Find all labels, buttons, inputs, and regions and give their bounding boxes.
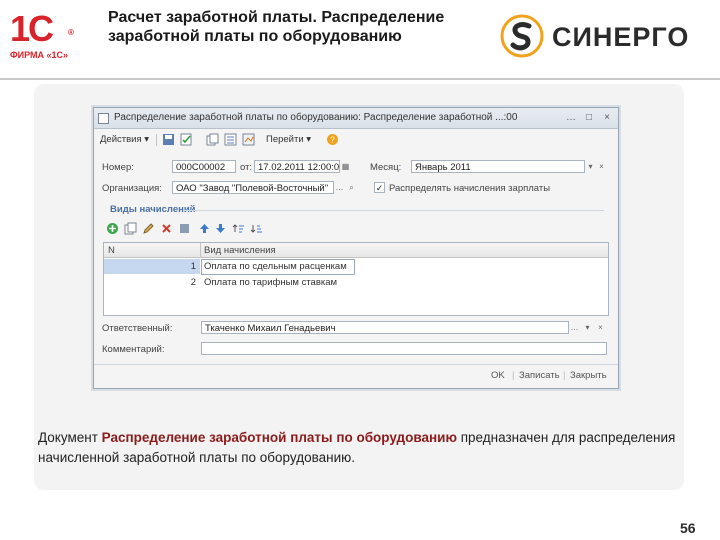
minimize-button[interactable]: …	[564, 111, 578, 124]
responsible-select-icon[interactable]: …	[569, 321, 580, 334]
window-title: Распределение заработной платы по оборуд…	[114, 112, 518, 123]
row-accrual[interactable]: Оплата по тарифным ставкам	[204, 275, 337, 290]
responsible-field[interactable]: Ткаченко Михаил Генадьевич	[201, 321, 569, 334]
maximize-button[interactable]: □	[582, 111, 596, 124]
section-divider	[184, 210, 604, 211]
save-button[interactable]: Записать	[519, 370, 560, 381]
table-row[interactable]: 2 Оплата по тарифным ставкам	[104, 275, 608, 290]
sort-desc-icon[interactable]	[250, 222, 263, 235]
window-titlebar[interactable]: Распределение заработной платы по оборуд…	[94, 108, 618, 129]
svg-text:?: ?	[330, 136, 335, 145]
synergo-wordmark: СИНЕРГО	[552, 22, 690, 52]
table-row[interactable]: 1 Оплата по сдельным расценкам	[104, 259, 608, 275]
synergo-logo: СИНЕРГО	[500, 14, 710, 58]
organization-open-icon[interactable]: ⌕	[346, 181, 357, 194]
copy-icon[interactable]	[206, 133, 219, 146]
footer-divider	[94, 364, 618, 365]
row-number: 1	[104, 259, 200, 274]
description-prefix: Документ	[38, 430, 102, 445]
distribute-checkbox[interactable]: ✓	[374, 182, 385, 193]
responsible-dropdown-icon[interactable]: ▾	[582, 321, 593, 334]
responsible-clear-icon[interactable]: ×	[595, 321, 606, 334]
movements-icon[interactable]	[242, 133, 255, 146]
sort-asc-icon[interactable]	[232, 222, 245, 235]
page-number: 56	[680, 520, 696, 536]
row-number: 2	[190, 277, 196, 288]
end-edit-icon[interactable]	[178, 222, 191, 235]
month-label: Месяц:	[370, 162, 402, 173]
copy-row-icon[interactable]	[124, 222, 137, 235]
column-header-n[interactable]: N	[108, 245, 115, 256]
1c-logo: 1С ® ФИРМА «1С»	[8, 10, 76, 62]
number-field[interactable]: 000С00002	[172, 160, 236, 173]
month-field[interactable]: Январь 2011	[411, 160, 585, 173]
organization-field[interactable]: ОАО "Завод "Полевой-Восточный"	[172, 181, 334, 194]
distribute-label: Распределять начисления зарплаты	[389, 183, 551, 194]
move-down-icon[interactable]	[214, 222, 227, 235]
organization-select-icon[interactable]: …	[334, 181, 345, 194]
edit-row-icon[interactable]	[142, 222, 155, 235]
actions-menu[interactable]: Действия ▾	[100, 134, 149, 145]
document-window: Распределение заработной платы по оборуд…	[93, 107, 619, 389]
toolbar: Действия ▾ Перейти ▾ ?	[94, 130, 618, 150]
footer-separator: |	[563, 370, 566, 381]
delete-row-icon[interactable]	[160, 222, 173, 235]
save-icon[interactable]	[162, 133, 175, 146]
close-button[interactable]: Закрыть	[570, 370, 607, 381]
comment-label: Комментарий:	[102, 344, 165, 355]
move-up-icon[interactable]	[198, 222, 211, 235]
synergo-s-icon	[500, 14, 544, 58]
description-text: Документ Распределение заработной платы …	[38, 428, 688, 468]
column-header-accrual[interactable]: Вид начисления	[204, 245, 276, 256]
table-header: N Вид начисления	[104, 243, 608, 258]
month-clear-icon[interactable]: ×	[596, 160, 607, 173]
month-dropdown-icon[interactable]: ▾	[585, 160, 596, 173]
row-accrual[interactable]: Оплата по сдельным расценкам	[204, 259, 347, 274]
number-label: Номер:	[102, 162, 134, 173]
post-icon[interactable]	[180, 133, 193, 146]
responsible-label: Ответственный:	[102, 323, 173, 334]
add-row-icon[interactable]	[106, 222, 119, 235]
comment-field[interactable]	[201, 342, 607, 355]
help-icon[interactable]: ?	[326, 133, 339, 146]
1c-logo-mark: 1С ®	[10, 8, 74, 49]
ok-button[interactable]: OK	[491, 370, 505, 381]
toolbar-separator	[156, 134, 157, 146]
organization-label: Организация:	[102, 183, 162, 194]
slide-title: Расчет заработной платы. Распределение з…	[108, 9, 445, 45]
column-divider	[200, 243, 201, 257]
date-picker-icon[interactable]: ▦	[340, 160, 351, 173]
close-window-button[interactable]: ×	[600, 111, 614, 124]
1c-logo-firm: ФИРМА «1С»	[10, 50, 69, 60]
header-divider	[0, 78, 720, 80]
date-label: от:	[240, 162, 253, 173]
list-icon[interactable]	[224, 133, 237, 146]
goto-menu[interactable]: Перейти ▾	[266, 134, 311, 145]
document-icon	[98, 113, 109, 124]
accruals-table: N Вид начисления 1 Оплата по сдельным ра…	[103, 242, 609, 316]
accruals-section-title: Виды начислений	[110, 204, 196, 215]
date-field[interactable]: 17.02.2011 12:00:00	[254, 160, 340, 173]
footer-separator: |	[512, 370, 515, 381]
description-highlight: Распределение заработной платы по оборуд…	[101, 430, 457, 445]
